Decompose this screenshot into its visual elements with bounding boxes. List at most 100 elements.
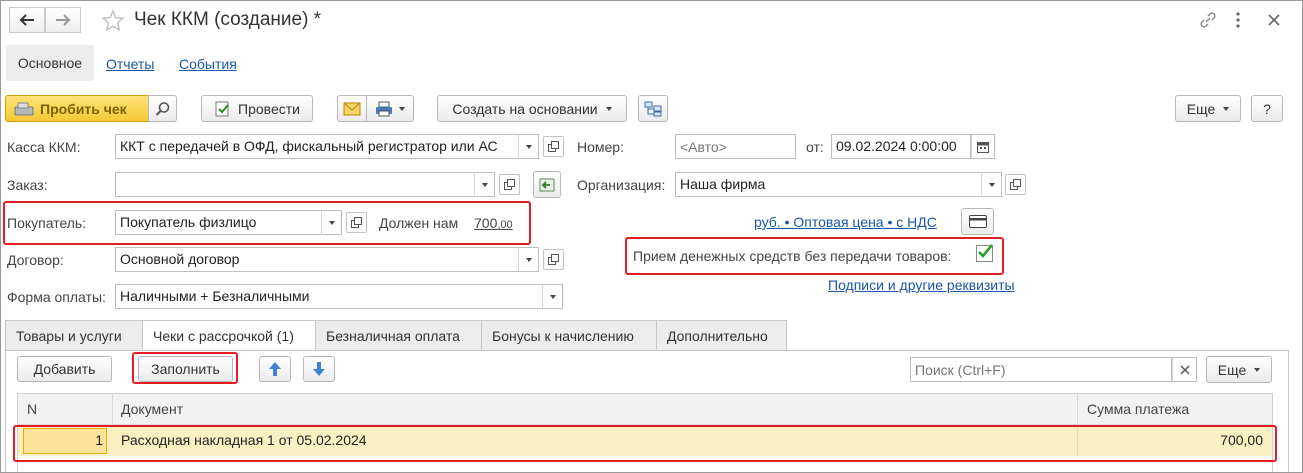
tab-label: Безналичная оплата [326,327,460,344]
cash-register-field[interactable]: ККТ с передачей в ОФД, фискальный регист… [115,134,519,159]
contract-field[interactable]: Основной договор [115,247,519,272]
envelope-icon [343,102,361,115]
arrow-left-icon [19,14,34,26]
organization-dropdown[interactable] [981,172,1002,197]
move-up-button[interactable] [259,356,291,382]
more-vertical-icon[interactable] [1234,11,1242,29]
cash-register-label: Касса ККМ: [7,139,81,155]
help-button[interactable]: ? [1251,95,1283,122]
nav-tab-main[interactable]: Основное [6,45,94,81]
organization-field[interactable]: Наша фирма [675,172,982,197]
chevron-down-icon [988,182,995,187]
highlight-buyer [3,201,531,245]
arrow-right-icon [56,14,71,26]
column-header-amount[interactable]: Сумма платежа [1087,401,1189,417]
create-based-button[interactable]: Создать на основании [437,95,627,122]
tab-goods[interactable]: Товары и услуги [5,320,143,350]
forward-button[interactable] [45,7,81,33]
cash-register-open-button[interactable] [543,136,564,157]
print-button[interactable] [366,95,414,122]
card-icon [968,215,987,228]
post-label: Провести [238,100,300,117]
post-button[interactable]: Провести [201,95,313,122]
column-divider [112,394,113,425]
highlight-table-row [13,425,1277,462]
link-icon[interactable] [1199,11,1217,29]
chevron-down-icon [525,144,532,149]
highlight-fill-button [132,352,238,384]
chevron-down-icon [481,182,488,187]
cash-register-dropdown[interactable] [518,134,539,159]
cash-register-icon [14,102,34,115]
move-down-button[interactable] [303,356,335,382]
close-icon[interactable] [1267,13,1281,27]
email-button[interactable] [337,95,367,122]
tab-label: Чеки с рассрочкой (1) [153,328,294,344]
open-icon [548,254,559,265]
chevron-down-icon [1223,106,1230,111]
order-open-button[interactable] [499,174,520,195]
more-label: Еще [1186,100,1216,117]
star-icon[interactable] [101,9,125,33]
chevron-down-icon [549,294,556,299]
nav-tab-events[interactable]: События [179,56,237,72]
more-button[interactable]: Еще [1175,95,1241,122]
payment-form-field[interactable]: Наличными + Безналичными [115,284,543,309]
organization-label: Организация: [577,177,666,193]
order-label: Заказ: [7,177,48,193]
print-receipt-label: Пробить чек [40,100,127,117]
table-header: N Документ Сумма платежа [18,394,1272,425]
column-header-document[interactable]: Документ [121,401,183,417]
signatures-link[interactable]: Подписи и другие реквизиты [828,277,1015,293]
fill-from-icon [539,178,555,191]
chevron-down-icon [525,257,532,262]
number-label: Номер: [577,139,624,155]
number-field[interactable] [675,134,796,159]
tab-label: Бонусы к начислению [492,327,634,344]
print-receipt-button[interactable]: Пробить чек [5,95,149,122]
date-from-label: от: [806,139,824,155]
back-button[interactable] [9,7,45,33]
tab-label: Дополнительно [667,327,768,344]
tab-installment-receipts[interactable]: Чеки с рассрочкой (1) [142,320,316,351]
payment-card-button[interactable] [961,208,994,235]
search-input[interactable] [910,357,1172,382]
open-icon [504,179,515,190]
contract-open-button[interactable] [543,249,564,270]
hierarchy-icon [644,101,662,116]
arrow-down-icon [313,362,325,376]
close-icon [1179,364,1190,375]
add-label: Добавить [33,361,96,377]
document-window: Чек ККМ (создание) * Основное Отчеты Соб… [0,0,1303,473]
column-divider [1077,394,1078,425]
nav-tab-reports[interactable]: Отчеты [106,56,154,72]
structure-button[interactable] [638,95,668,122]
payment-form-dropdown[interactable] [542,284,563,309]
create-based-label: Создать на основании [452,100,598,117]
table-more-label: Еще [1217,361,1247,378]
fill-from-order-button[interactable] [533,171,561,198]
printer-icon [376,101,392,116]
payment-form-label: Форма оплаты: [7,289,106,305]
table-more-button[interactable]: Еще [1206,356,1272,383]
calendar-button[interactable] [971,134,995,159]
order-field[interactable] [115,172,475,197]
price-type-link[interactable]: руб. • Оптовая цена • с НДС [754,214,937,230]
tab-cashless-payment[interactable]: Безналичная оплата [315,320,482,350]
tab-bonuses[interactable]: Бонусы к начислению [481,320,657,350]
search-receipt-button[interactable] [148,95,177,122]
tab-label: Товары и услуги [16,327,122,344]
calendar-icon [977,141,989,153]
post-document-icon [215,101,229,116]
date-field[interactable]: 09.02.2024 0:00:00 [831,134,971,159]
window-title: Чек ККМ (создание) * [134,9,322,30]
contract-dropdown[interactable] [518,247,539,272]
search-clear-button[interactable] [1172,357,1197,382]
help-label: ? [1263,100,1271,117]
column-header-n[interactable]: N [27,401,37,417]
chevron-down-icon [605,106,612,111]
add-button[interactable]: Добавить [17,356,112,382]
order-dropdown[interactable] [474,172,495,197]
tab-additional[interactable]: Дополнительно [656,320,787,350]
organization-open-button[interactable] [1005,174,1026,195]
